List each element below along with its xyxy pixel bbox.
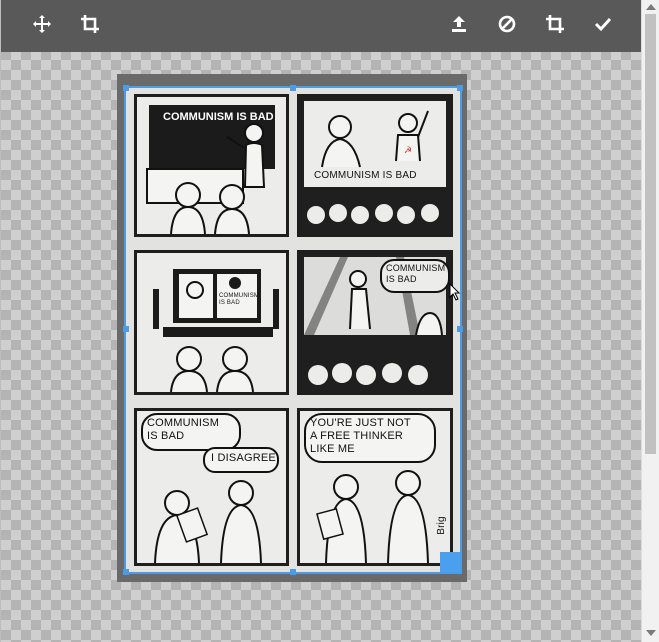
scroll-up-icon[interactable]: [646, 4, 656, 10]
crop-handle-bottom[interactable]: [290, 569, 296, 575]
comic-panel-2: COMMUNISM IS BAD ☭: [297, 94, 453, 237]
move-icon: [32, 14, 52, 38]
upload-button[interactable]: [441, 8, 477, 44]
crop-icon: [545, 14, 565, 38]
cancel-icon: [497, 14, 517, 38]
scroll-thumb[interactable]: [645, 14, 656, 454]
comic-panel-6: YOU'RE JUST NOT A FREE THINKER LIKE ME B…: [297, 408, 453, 566]
mouse-cursor-icon: [449, 282, 461, 305]
rally-drawing: ☭: [307, 110, 439, 224]
crop-handle-bottom-left[interactable]: [123, 569, 129, 575]
editor-toolbar: [1, 0, 642, 52]
confirm-button[interactable]: [585, 8, 621, 44]
comic-panel-5: COMMUNISM IS BAD I DISAGREE: [134, 408, 289, 566]
move-button[interactable]: [24, 8, 60, 44]
classroom-drawing: [146, 123, 266, 234]
svg-text:☭: ☭: [404, 146, 412, 156]
apply-crop-button[interactable]: [537, 8, 573, 44]
comic-image[interactable]: COMMUNISM IS BAD COMMUNISM IS BAD ☭ COMM…: [124, 86, 462, 574]
crop-handle-bottom-right[interactable]: [440, 552, 460, 572]
crop-handle-top-left[interactable]: [123, 85, 129, 91]
crop-button[interactable]: [72, 8, 108, 44]
image-canvas[interactable]: COMMUNISM IS BAD COMMUNISM IS BAD ☭ COMM…: [0, 0, 642, 642]
comic-panel-1: COMMUNISM IS BAD: [134, 94, 289, 237]
check-icon: [593, 14, 613, 38]
crop-handle-top-right[interactable]: [457, 85, 463, 91]
scroll-down-icon[interactable]: [646, 630, 656, 636]
tv-room-drawing: [153, 269, 279, 392]
vertical-scrollbar[interactable]: [641, 0, 659, 642]
comic-panel-4: COMMUNISM IS BAD: [297, 250, 453, 395]
crop-handle-right[interactable]: [457, 326, 463, 332]
panel4-bubble-text: COMMUNISM IS BAD: [386, 263, 446, 284]
upload-icon: [449, 14, 469, 38]
free-thinker-drawing: [316, 470, 429, 563]
cancel-button[interactable]: [489, 8, 525, 44]
comic-panel-3: COMMUNISM IS BAD: [134, 250, 289, 395]
crop-handle-top[interactable]: [290, 85, 296, 91]
debate-drawing: [154, 480, 262, 563]
signature: Brig: [435, 516, 447, 535]
crop-handle-left[interactable]: [123, 326, 129, 332]
crop-icon: [80, 14, 100, 38]
tv-screen-text: COMMUNISM IS BAD: [219, 293, 260, 306]
